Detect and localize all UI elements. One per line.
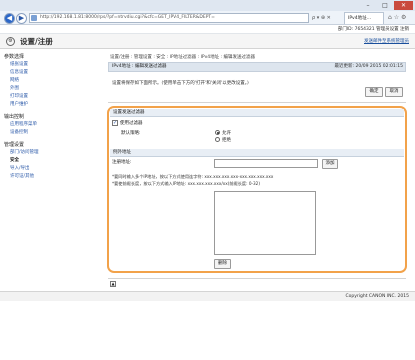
use-filter-label: 使用过滤器 bbox=[120, 121, 143, 126]
sidebar: 参数选择 纸张设置 信息设置 网络 外围 打印设置 用户维护 输出控制 应用程序… bbox=[0, 49, 102, 268]
sidebar-item-paper[interactable]: 纸张设置 bbox=[10, 61, 28, 67]
sidebar-section-preferences: 参数选择 bbox=[4, 54, 25, 60]
send-admin-link[interactable]: 发送邮件至系统管理员 bbox=[364, 38, 409, 45]
forward-button[interactable]: ▶ bbox=[16, 13, 27, 24]
back-to-top-icon[interactable]: ▲ bbox=[110, 281, 116, 287]
app-bar bbox=[0, 34, 415, 49]
allow-label: 允许 bbox=[222, 131, 231, 136]
sidebar-item-app-menu[interactable]: 应用程序菜单 bbox=[10, 121, 37, 127]
sidebar-item-security[interactable]: 安全 bbox=[10, 157, 19, 163]
page-title: IPv4地址 : 编辑发送过滤器 bbox=[112, 64, 167, 69]
settings-home-icon[interactable]: ⚙ bbox=[6, 37, 15, 46]
instructions-text: 设置将保存如下面所示。(使用单击下方的'打开'和'关闭'以更改设置。) bbox=[112, 81, 249, 86]
delete-button[interactable]: 删除 bbox=[214, 259, 231, 269]
divider bbox=[108, 102, 406, 103]
sidebar-item-license[interactable]: 许可证/其他 bbox=[10, 173, 34, 179]
sidebar-section-output: 输出控制 bbox=[4, 114, 25, 120]
breadcrumb[interactable]: 设置/注册 : 管理设置 : 安全 : IP地址过滤器 : IPv4地址 : 编… bbox=[110, 54, 255, 60]
user-info[interactable]: 部门ID: 7654321 管理员设置 注销 bbox=[338, 26, 409, 33]
cancel-button[interactable]: 取消 bbox=[385, 87, 403, 97]
browser-toolbar-icons[interactable]: ⌂ ☆ ⚙ bbox=[388, 13, 413, 23]
sidebar-item-network[interactable]: 网络 bbox=[10, 77, 19, 83]
sidebar-item-peripheral[interactable]: 外围 bbox=[10, 85, 19, 91]
allow-radio[interactable] bbox=[215, 130, 220, 135]
last-updated: 最近更新: 20/09 2015 02:01:15 bbox=[334, 64, 403, 69]
register-address-input[interactable] bbox=[214, 159, 318, 168]
sidebar-item-info[interactable]: 信息设置 bbox=[10, 69, 28, 75]
minimize-button[interactable]: – bbox=[360, 1, 376, 10]
back-button[interactable]: ◀ bbox=[4, 13, 15, 24]
add-button[interactable]: 添加 bbox=[322, 159, 338, 169]
deny-radio[interactable] bbox=[215, 137, 220, 142]
browser-tab[interactable]: IPv4地址… bbox=[344, 12, 384, 24]
address-bar[interactable]: http://192.168.1.81:8000/rps/?pf=ntrvdiu… bbox=[29, 13, 309, 23]
filter-section-header: 设置发送过滤器 bbox=[110, 109, 404, 117]
ok-button[interactable]: 确定 bbox=[365, 87, 383, 97]
sidebar-item-dept-access[interactable]: 部门/访问管理 bbox=[10, 149, 39, 155]
exception-address-list[interactable] bbox=[214, 191, 316, 255]
note-prefix: *要使前缀长度，按以下方式输入IP地址: xxx.xxx.xxx.xxx/xx(… bbox=[112, 181, 260, 186]
page-icon bbox=[31, 15, 37, 21]
blank-area bbox=[0, 301, 415, 360]
default-policy-label: 默认策略: bbox=[121, 131, 141, 136]
sidebar-item-maintenance[interactable]: 用户维护 bbox=[10, 101, 28, 107]
register-address-label: 注册地址: bbox=[112, 160, 132, 165]
browser-titlebar bbox=[0, 0, 415, 11]
address-controls[interactable]: ρ ▾ ⊕ ✕ bbox=[312, 14, 342, 22]
use-filter-checkbox[interactable]: ✓ bbox=[112, 120, 118, 126]
sidebar-item-device-control[interactable]: 设备控制 bbox=[10, 129, 28, 135]
divider bbox=[108, 278, 406, 279]
sidebar-section-admin: 管理设置 bbox=[4, 142, 25, 148]
app-title: 设置/注册 bbox=[20, 37, 53, 46]
exception-section-header: 例外地址 bbox=[110, 149, 404, 157]
sidebar-item-print[interactable]: 打印设置 bbox=[10, 93, 28, 99]
note-range: *要同时输入多个IP地址，按以下方式使用连字符: xxx.xxx.xxx.xxx… bbox=[112, 174, 274, 179]
copyright: Copyright CANON INC. 2015 bbox=[345, 294, 410, 299]
deny-label: 拒绝 bbox=[222, 138, 231, 143]
sidebar-item-import-export[interactable]: 导入/导出 bbox=[10, 165, 30, 171]
maximize-button[interactable]: □ bbox=[377, 1, 393, 10]
close-window-button[interactable]: ✕ bbox=[394, 1, 413, 10]
